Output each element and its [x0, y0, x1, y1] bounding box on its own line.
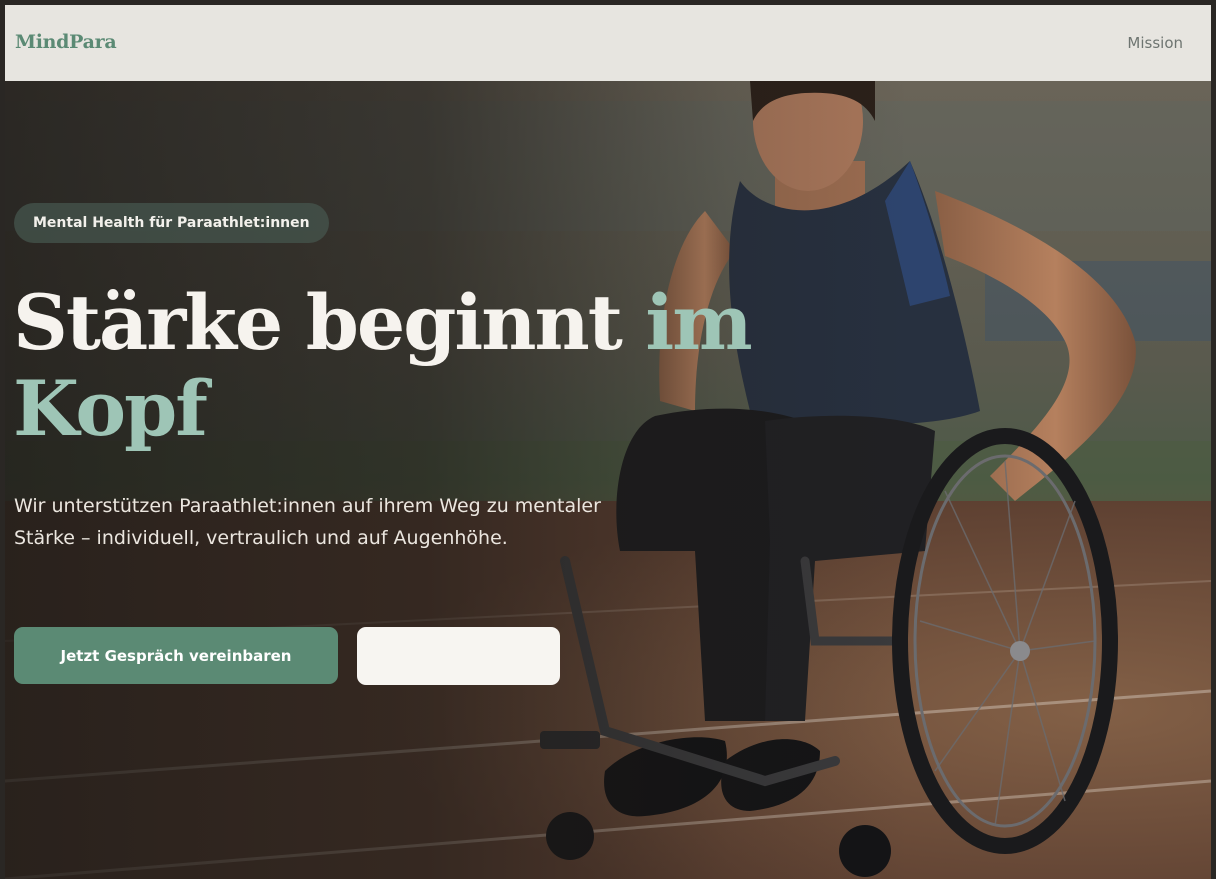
secondary-cta-button[interactable]	[357, 627, 560, 685]
headline-main-text: Stärke beginnt	[13, 278, 646, 367]
hero-section	[5, 81, 1211, 879]
hero-badge: Mental Health für Paraathlet:innen	[14, 203, 329, 243]
landing-page: MindPara Mission Mental Health für Paraa…	[0, 0, 1216, 879]
site-header: MindPara Mission	[5, 5, 1211, 81]
hero-headline: Stärke beginnt im Kopf	[13, 280, 773, 452]
site-logo[interactable]: MindPara	[15, 31, 117, 53]
hero-subtitle: Wir unterstützen Paraathlet:innen auf ih…	[14, 495, 601, 549]
nav-link-mission[interactable]: Mission	[1127, 34, 1183, 52]
book-consultation-button[interactable]: Jetzt Gespräch vereinbaren	[14, 627, 338, 684]
hero-overlay	[5, 81, 1211, 879]
